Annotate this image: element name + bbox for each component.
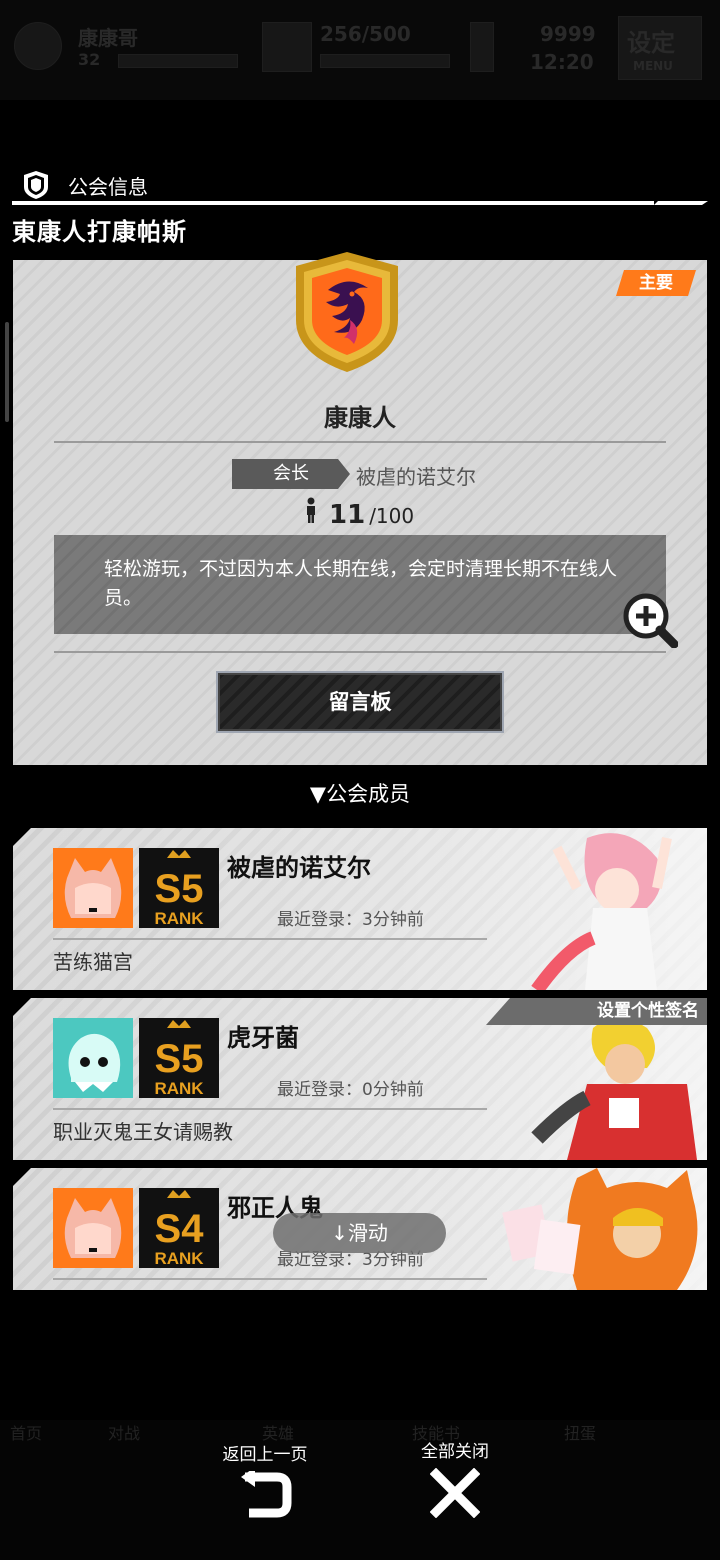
member-last-login: 最近登录：3分钟前 [277, 910, 424, 930]
svg-text:S4: S4 [155, 1207, 205, 1251]
close-all-label: 全部关闭 [421, 1442, 489, 1462]
guild-name: 康康人 [324, 404, 396, 432]
member-last-login: 最近登录：0分钟前 [277, 1080, 424, 1100]
zoom-in-icon[interactable] [622, 592, 678, 648]
member-count-max: /100 [369, 504, 415, 528]
stamina-icon [262, 22, 312, 72]
bg-tab-gacha: 扭蛋 [564, 1420, 710, 1560]
back-button[interactable]: 返回上一页 [205, 1440, 325, 1519]
guild-description-box: 轻松游玩，不过因为本人长期在线，会定时清理长期不在线人员。 [54, 535, 666, 634]
divider [53, 938, 487, 940]
member-count-current: 11 [329, 500, 366, 530]
character-portrait [502, 1168, 698, 1290]
scrollbar[interactable] [5, 322, 9, 422]
close-icon [430, 1468, 480, 1518]
guild-description: 轻松游玩，不过因为本人长期在线，会定时清理长期不在线人员。 [104, 558, 618, 609]
stamina-value: 256/500 [320, 22, 411, 46]
scroll-hint: ↓滑动 [273, 1213, 446, 1253]
back-label: 返回上一页 [222, 1445, 308, 1465]
stamina-bar [320, 54, 450, 68]
player-level: 32 [78, 50, 101, 69]
coin-value: 9999 [540, 22, 596, 46]
rank-s4-badge: S4 RANK [139, 1188, 219, 1268]
member-name: 虎牙菌 [227, 1024, 299, 1052]
bg-tab-home: 首页 [10, 1420, 100, 1560]
member-name: 被虐的诺艾尔 [227, 854, 371, 882]
menu-button: 设定 MENU [618, 16, 702, 80]
player-avatar [14, 22, 62, 70]
svg-text:S5: S5 [155, 1037, 204, 1081]
cat-avatar-icon [53, 848, 133, 928]
background-top-bar: 康康哥 32 256/500 9999 12:20 设定 MENU [0, 0, 720, 100]
set-signature-banner[interactable]: 设置个性签名 [486, 998, 707, 1025]
clock-value: 12:20 [530, 50, 594, 74]
divider [54, 651, 666, 653]
svg-text:RANK: RANK [154, 1249, 204, 1268]
person-icon [307, 497, 315, 523]
divider [53, 1278, 487, 1280]
player-name: 康康哥 [78, 26, 138, 50]
leader-role-tag: 会长 [232, 459, 350, 489]
coin-icon [470, 22, 494, 72]
exp-bar [118, 54, 238, 68]
cat-avatar-icon [53, 1188, 133, 1268]
member-card[interactable]: S5 RANK 被虐的诺艾尔 最近登录：3分钟前 苦练猫宫 [13, 828, 707, 990]
section-title: 公会信息 [68, 174, 148, 199]
member-signature: 苦练猫宫 [53, 950, 133, 974]
character-portrait [531, 833, 672, 990]
member-signature: 职业灭鬼王女请赐教 [53, 1120, 233, 1144]
rank-s5-badge: S5 RANK [139, 848, 219, 928]
member-count: 11 /100 [305, 497, 414, 530]
message-board-button[interactable]: 留言板 [216, 671, 504, 733]
guild-emblem-icon [296, 252, 398, 372]
close-all-button[interactable]: 全部关闭 [400, 1437, 510, 1518]
svg-text:RANK: RANK [154, 909, 204, 928]
shield-icon [24, 171, 48, 199]
ghost-avatar-icon [53, 1018, 133, 1098]
rank-s5-badge: S5 RANK [139, 1018, 219, 1098]
svg-text:RANK: RANK [154, 1079, 204, 1098]
leader-name: 被虐的诺艾尔 [356, 465, 476, 489]
guild-full-name: 東康人打康帕斯 [12, 218, 187, 246]
back-arrow-icon [241, 1471, 292, 1518]
main-guild-badge: 主要 [616, 270, 696, 296]
header-divider [12, 201, 708, 205]
svg-text:S5: S5 [155, 867, 204, 911]
divider [54, 441, 666, 443]
divider [53, 1108, 487, 1110]
members-section-title: ▼公会成员 [309, 782, 411, 806]
section-header: 公会信息 [22, 168, 148, 202]
